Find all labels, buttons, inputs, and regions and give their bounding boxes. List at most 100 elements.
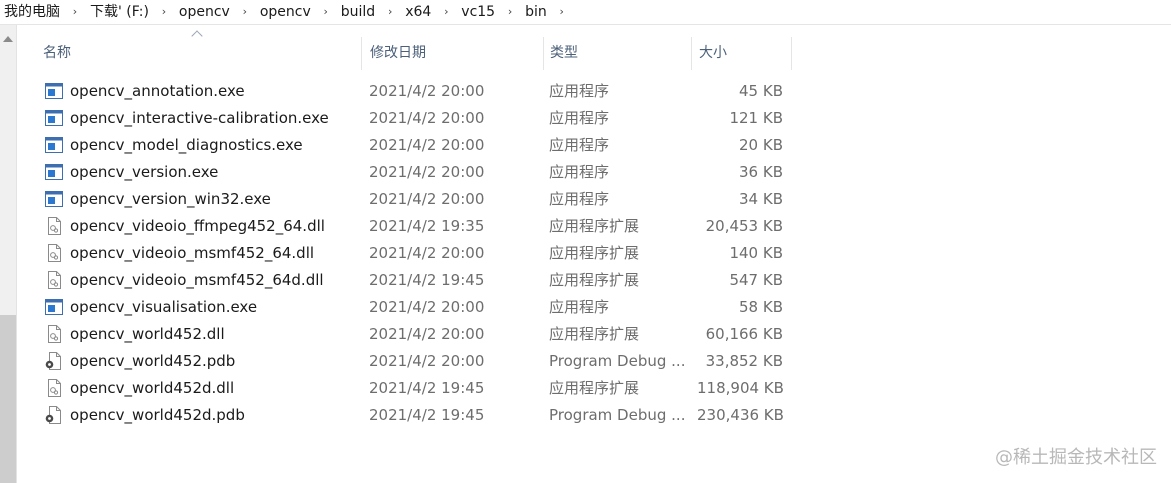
file-name: opencv_world452.pdb — [70, 352, 236, 370]
file-size: 230,436 KB — [697, 406, 784, 424]
file-name: opencv_world452.dll — [70, 325, 225, 343]
file-row[interactable]: opencv_world452.pdb 2021/4/2 20:00 Program… — [17, 348, 797, 375]
file-row[interactable]: opencv_world452d.dll 2021/4/2 19:45 应用程序扩展… — [17, 375, 797, 402]
file-type: 应用程序扩展 — [549, 244, 640, 262]
chevron-right-icon[interactable]: › — [433, 1, 459, 23]
file-type: 应用程序 — [549, 109, 610, 127]
file-row[interactable]: opencv_world452.dll 2021/4/2 20:00 应用程序扩展 6… — [17, 321, 797, 348]
file-type: 应用程序 — [549, 163, 610, 181]
file-size: 118,904 KB — [697, 379, 784, 397]
file-name: opencv_version_win32.exe — [70, 190, 271, 208]
file-name: opencv_videoio_msmf452_64d.dll — [70, 271, 324, 289]
chevron-right-icon[interactable]: › — [497, 1, 523, 23]
dll-file-icon — [45, 325, 63, 343]
file-row[interactable]: opencv_annotation.exe 2021/4/2 20:00 应用程序 4… — [17, 78, 797, 105]
file-date: 2021/4/2 20:00 — [369, 325, 485, 343]
application-file-icon — [45, 298, 63, 316]
file-type: 应用程序 — [549, 82, 610, 100]
file-size: 547 KB — [729, 271, 783, 289]
file-row[interactable]: opencv_version_win32.exe 2021/4/2 20:00 应用… — [17, 186, 797, 213]
file-type: 应用程序扩展 — [549, 217, 640, 235]
breadcrumb-item[interactable]: vc15 — [459, 1, 497, 23]
file-type: 应用程序 — [549, 136, 610, 154]
breadcrumb-item[interactable]: x64 — [403, 1, 433, 23]
chevron-right-icon[interactable]: › — [313, 1, 339, 23]
application-file-icon — [45, 136, 63, 154]
file-date: 2021/4/2 20:00 — [369, 163, 485, 181]
breadcrumb-item[interactable]: opencv — [258, 1, 313, 23]
file-name: opencv_model_diagnostics.exe — [70, 136, 303, 154]
breadcrumb-item[interactable]: 下载' (F:) — [88, 1, 151, 23]
file-name: opencv_videoio_msmf452_64.dll — [70, 244, 315, 262]
watermark: @稀土掘金技术社区 — [995, 447, 1157, 468]
file-size: 36 KB — [739, 163, 783, 181]
file-date: 2021/4/2 20:00 — [369, 190, 485, 208]
dll-file-icon — [45, 244, 63, 262]
file-size: 20 KB — [739, 136, 783, 154]
chevron-right-icon[interactable]: › — [549, 1, 575, 23]
column-header-date[interactable]: 修改日期 — [362, 38, 542, 70]
file-date: 2021/4/2 20:00 — [369, 109, 485, 127]
file-size: 20,453 KB — [705, 217, 783, 235]
column-divider[interactable] — [791, 37, 792, 70]
file-row[interactable]: opencv_model_diagnostics.exe 2021/4/2 20:… — [17, 132, 797, 159]
file-date: 2021/4/2 19:45 — [369, 406, 485, 424]
file-name: opencv_interactive-calibration.exe — [70, 109, 329, 127]
breadcrumb-item[interactable]: opencv — [177, 1, 232, 23]
file-row[interactable]: opencv_interactive-calibration.exe 2021/4… — [17, 105, 797, 132]
file-row[interactable]: opencv_version.exe 2021/4/2 20:00 应用程序 36 K… — [17, 159, 797, 186]
pdb-file-icon — [45, 406, 63, 424]
chevron-right-icon[interactable]: › — [232, 1, 258, 23]
column-header-size[interactable]: 大小 — [691, 38, 791, 70]
breadcrumb: 我的电脑 › 下载' (F:) › opencv › opencv › build › x64 › vc… — [0, 0, 1171, 25]
file-type: Program Debug ... — [549, 406, 686, 424]
file-row[interactable]: opencv_world452d.pdb 2021/4/2 19:45 Progra… — [17, 402, 797, 429]
scroll-up-arrow-icon[interactable] — [3, 36, 13, 42]
file-date: 2021/4/2 19:45 — [369, 271, 485, 289]
file-row[interactable]: opencv_videoio_msmf452_64.dll 2021/4/2 20… — [17, 240, 797, 267]
breadcrumb-item[interactable]: build — [339, 1, 377, 23]
file-date: 2021/4/2 19:45 — [369, 379, 485, 397]
pdb-file-icon — [45, 352, 63, 370]
file-size: 60,166 KB — [705, 325, 783, 343]
file-date: 2021/4/2 20:00 — [369, 82, 485, 100]
file-date: 2021/4/2 19:35 — [369, 217, 485, 235]
file-size: 45 KB — [739, 82, 783, 100]
column-header-type[interactable]: 类型 — [542, 38, 690, 70]
file-name: opencv_videoio_ffmpeg452_64.dll — [70, 217, 325, 235]
file-date: 2021/4/2 20:00 — [369, 352, 485, 370]
file-type: 应用程序扩展 — [549, 379, 640, 397]
dll-file-icon — [45, 271, 63, 289]
file-explorer-window: 我的电脑 › 下载' (F:) › opencv › opencv › build › x64 › vc… — [0, 0, 1171, 483]
file-date: 2021/4/2 20:00 — [369, 298, 485, 316]
file-name: opencv_world452d.dll — [70, 379, 235, 397]
file-size: 121 KB — [729, 109, 783, 127]
column-header: 名称 修改日期 类型 大小 — [17, 25, 1171, 70]
breadcrumb-item[interactable]: 我的电脑 — [0, 1, 62, 23]
file-name: opencv_version.exe — [70, 163, 219, 181]
file-row[interactable]: opencv_videoio_ffmpeg452_64.dll 2021/4/2 … — [17, 213, 797, 240]
application-file-icon — [45, 109, 63, 127]
chevron-right-icon[interactable]: › — [62, 1, 88, 23]
breadcrumb-item[interactable]: bin — [523, 1, 549, 23]
file-type: 应用程序扩展 — [549, 325, 640, 343]
file-size: 34 KB — [739, 190, 783, 208]
file-type: 应用程序扩展 — [549, 271, 640, 289]
navigation-pane-scrollbar[interactable] — [0, 25, 17, 483]
scrollbar-thumb[interactable] — [0, 315, 16, 483]
application-file-icon — [45, 163, 63, 181]
file-size: 58 KB — [739, 298, 783, 316]
file-size: 33,852 KB — [705, 352, 783, 370]
column-header-name[interactable]: 名称 — [35, 38, 360, 70]
file-name: opencv_annotation.exe — [70, 82, 245, 100]
chevron-right-icon[interactable]: › — [377, 1, 403, 23]
file-row[interactable]: opencv_videoio_msmf452_64d.dll 2021/4/2 1… — [17, 267, 797, 294]
file-name: opencv_world452d.pdb — [70, 406, 245, 424]
file-list: opencv_annotation.exe 2021/4/2 20:00 应用程序 4… — [17, 78, 797, 429]
application-file-icon — [45, 190, 63, 208]
dll-file-icon — [45, 217, 63, 235]
chevron-right-icon[interactable]: › — [151, 1, 177, 23]
file-date: 2021/4/2 20:00 — [369, 244, 485, 262]
file-type: 应用程序 — [549, 190, 610, 208]
file-row[interactable]: opencv_visualisation.exe 2021/4/2 20:00 应用… — [17, 294, 797, 321]
